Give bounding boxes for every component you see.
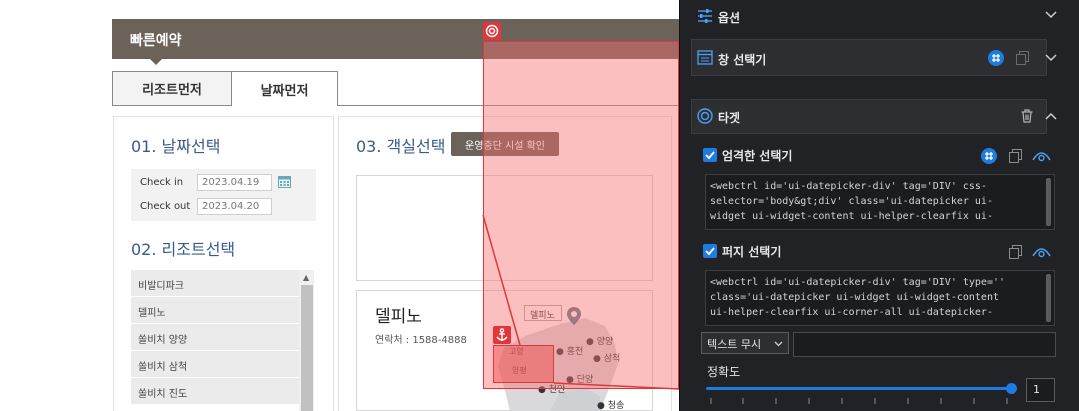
target-element-highlight [483,41,679,389]
quick-booking-title: 빠른예약 [130,33,182,49]
code-line: widget ui-widget-content ui-helper-clear… [710,211,993,222]
text-match-input[interactable] [793,332,1056,357]
check-in-label: Check in [140,177,184,188]
accuracy-slider-handle[interactable] [1006,383,1017,394]
text-mode-select[interactable]: 텍스트 무시 [701,332,789,354]
resort-item[interactable]: 비발디파크 [131,270,299,297]
code-line: selector='body&gt;div' class='ui-datepic… [710,196,993,207]
check-out-field[interactable]: 2023.04.20 [197,198,272,215]
sliders-icon [698,9,712,23]
resort-section-title: 02. 리조트선택 [131,240,236,259]
chevron-up-icon[interactable] [1045,112,1057,120]
eye-icon[interactable] [1032,245,1051,259]
room-section-title: 03. 객실선택 [356,137,446,156]
resort-card-title: 델피노 [375,307,422,327]
window-icon [697,50,713,65]
target-section-header[interactable] [691,99,1047,134]
accuracy-slider-ticks [710,398,1008,404]
text-mode-value: 텍스트 무시 [707,338,762,351]
check-in-field[interactable]: 2023.04.19 [197,174,272,191]
resort-item[interactable]: 쏠비치 삼척 [131,351,299,378]
code-line: class='ui-datepicker ui-widget ui-widget… [710,292,999,303]
target-icon [483,22,501,40]
code-scrollbar[interactable] [1046,178,1051,226]
tab-date-first[interactable]: 날짜먼저 [231,71,338,106]
chevron-down-icon[interactable] [1045,54,1057,62]
scroll-up-arrow-icon[interactable]: ▲ [303,273,309,282]
fuzzy-selector-checkbox[interactable] [703,244,717,258]
resort-item[interactable]: 쏠비치 양양 [131,324,299,351]
check-out-label: Check out [140,201,191,212]
chevron-down-icon [774,341,783,347]
resort-item[interactable]: 델피노 [131,297,299,324]
resort-card-contact: 연락처 : 1588-4888 [375,335,467,346]
selector-grid-icon[interactable] [988,50,1004,66]
copy-icon[interactable] [1009,149,1022,163]
target-label: 타겟 [718,111,741,125]
map-place-label: ● 청송 [597,401,625,411]
resort-list-scroll-thumb[interactable] [301,285,313,411]
copy-icon[interactable] [1016,51,1029,65]
code-line: ui-helper-clearfix ui-corner-all ui-date… [710,307,993,318]
eye-icon[interactable] [1032,149,1051,163]
resort-item[interactable]: 쏠비치 진도 [131,378,299,405]
accuracy-value-field[interactable]: 1 [1026,378,1055,402]
chevron-down-icon[interactable] [1045,11,1057,19]
header-notch [150,59,162,65]
options-label[interactable]: 옵션 [718,9,740,26]
tab-resort-first[interactable]: 리조트먼저 [112,71,232,106]
code-scrollbar[interactable] [1046,274,1051,322]
code-line: <webctrl id='ui-datepicker-div' tag='DIV… [710,277,1006,288]
calendar-icon[interactable] [278,175,291,188]
copy-icon[interactable] [1009,245,1022,259]
strict-selector-code[interactable]: <webctrl id='ui-datepicker-div' tag='DIV… [705,174,1055,230]
map-place-name: 청송 [607,401,625,411]
resort-list: 비발디파크 델피노 쏠비치 양양 쏠비치 삼척 쏠비치 진도 [131,270,316,411]
anchor-element-highlight [493,345,554,383]
strict-selector-checkbox[interactable] [703,148,717,162]
window-selector-label: 창 선택기 [718,53,767,67]
strict-selector-label: 엄격한 선택기 [722,149,793,163]
fuzzy-selector-code[interactable]: <webctrl id='ui-datepicker-div' tag='DIV… [705,270,1055,326]
fuzzy-selector-label: 퍼지 선택기 [722,245,782,259]
accuracy-label: 정확도 [707,365,741,379]
date-section-title: 01. 날짜선택 [131,137,221,156]
accuracy-slider-track[interactable] [706,387,1012,390]
code-line: <webctrl id='ui-datepicker-div' tag='DIV… [710,181,987,192]
target-icon [697,108,713,124]
anchor-icon [493,326,511,344]
selector-grid-icon[interactable] [981,148,997,164]
trash-icon[interactable] [1021,109,1033,123]
